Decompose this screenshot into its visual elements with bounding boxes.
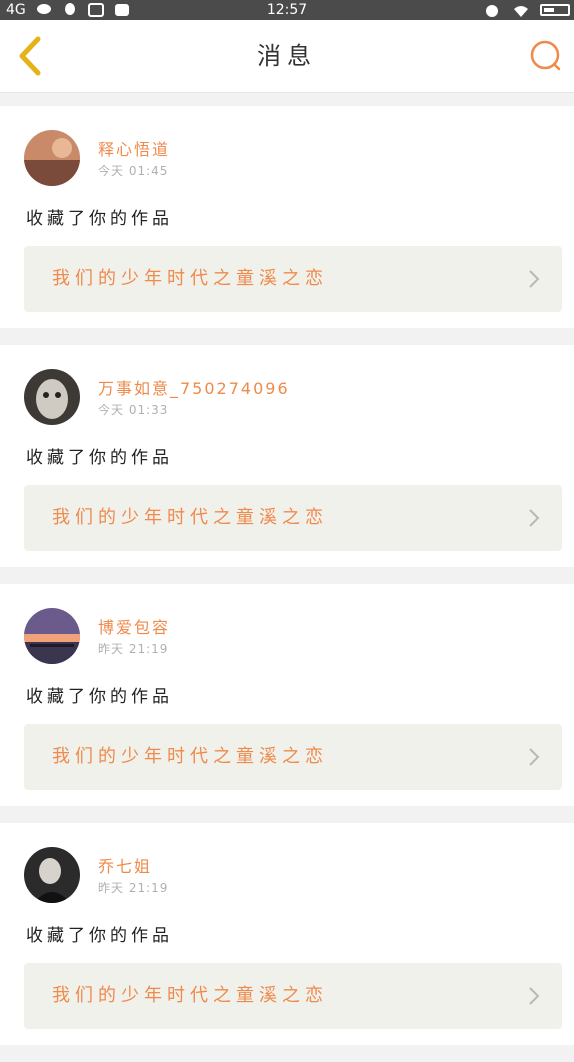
notification-card: 博爱包容 昨天 21:19 收藏了你的作品 我们的少年时代之童溪之恋: [0, 584, 574, 806]
status-bar: 4G 12:57: [0, 0, 574, 20]
wifi-icon: [512, 3, 528, 17]
username[interactable]: 释心悟道: [98, 136, 170, 160]
work-link[interactable]: 我们的少年时代之童溪之恋: [24, 963, 562, 1029]
notification-card: 万事如意_750274096 今天 01:33 收藏了你的作品 我们的少年时代之…: [0, 345, 574, 567]
username[interactable]: 乔七姐: [98, 853, 152, 877]
chevron-right-icon: [529, 748, 540, 766]
action-text: 收藏了你的作品: [26, 448, 173, 468]
clock-icon: [484, 3, 500, 17]
notification-list: 释心悟道 今天 01:45 收藏了你的作品 我们的少年时代之童溪之恋 万事如意_…: [0, 106, 574, 1062]
work-title: 我们的少年时代之童溪之恋: [52, 507, 328, 528]
work-title: 我们的少年时代之童溪之恋: [52, 268, 328, 289]
username[interactable]: 万事如意_750274096: [98, 375, 290, 399]
action-text: 收藏了你的作品: [26, 926, 173, 946]
chevron-right-icon: [529, 270, 540, 288]
work-link[interactable]: 我们的少年时代之童溪之恋: [24, 724, 562, 790]
avatar[interactable]: [24, 130, 80, 186]
chevron-right-icon: [529, 509, 540, 527]
status-right: [484, 0, 570, 20]
search-button[interactable]: [528, 38, 564, 74]
work-link[interactable]: 我们的少年时代之童溪之恋: [24, 485, 562, 551]
avatar[interactable]: [24, 369, 80, 425]
timestamp: 昨天 21:19: [98, 642, 169, 656]
notification-card: 乔七姐 昨天 21:19 收藏了你的作品 我们的少年时代之童溪之恋: [0, 823, 574, 1045]
action-text: 收藏了你的作品: [26, 687, 173, 707]
battery-icon: [540, 4, 570, 16]
work-title: 我们的少年时代之童溪之恋: [52, 746, 328, 767]
avatar[interactable]: [24, 608, 80, 664]
username[interactable]: 博爱包容: [98, 614, 170, 638]
chevron-right-icon: [529, 987, 540, 1005]
work-link[interactable]: 我们的少年时代之童溪之恋: [24, 246, 562, 312]
timestamp: 今天 01:33: [98, 403, 169, 417]
work-title: 我们的少年时代之童溪之恋: [52, 985, 328, 1006]
page-title: 消息: [257, 42, 317, 70]
avatar[interactable]: [24, 847, 80, 903]
notification-card: 释心悟道 今天 01:45 收藏了你的作品 我们的少年时代之童溪之恋: [0, 106, 574, 328]
timestamp: 昨天 21:19: [98, 881, 169, 895]
timestamp: 今天 01:45: [98, 164, 169, 178]
nav-bar: 消息: [0, 20, 574, 93]
search-icon: [530, 40, 561, 71]
action-text: 收藏了你的作品: [26, 209, 173, 229]
